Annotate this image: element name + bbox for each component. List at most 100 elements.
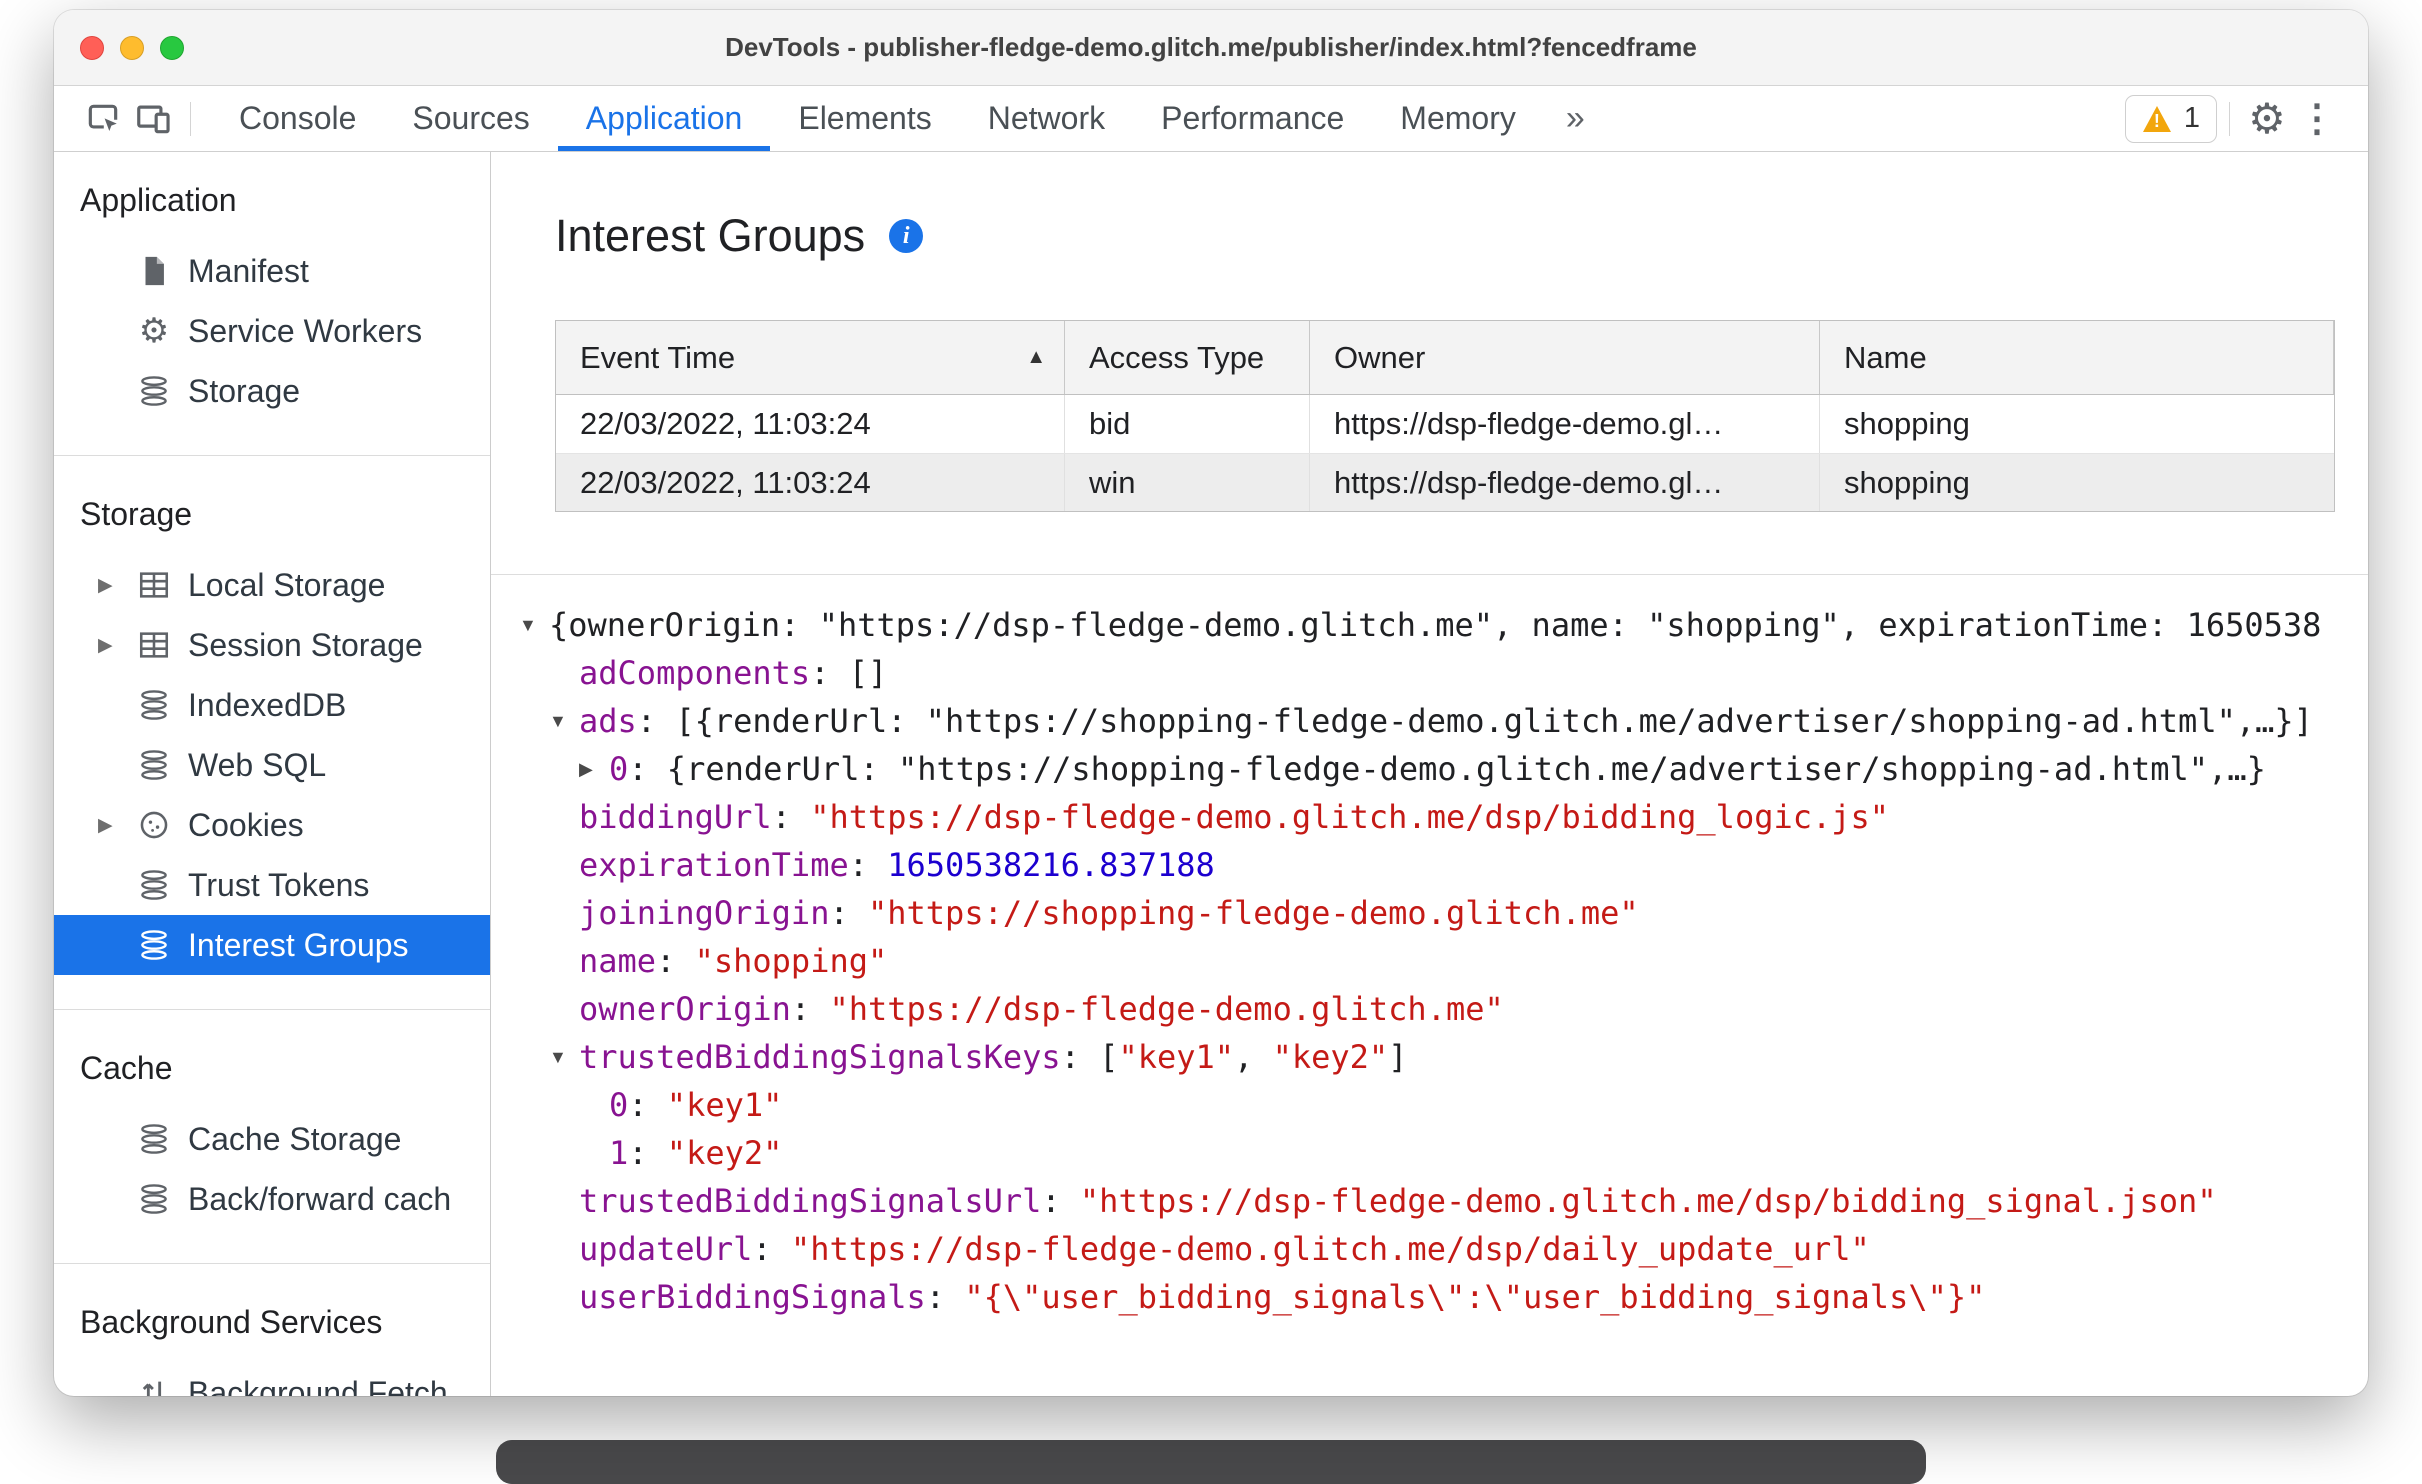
minimize-window-button[interactable] bbox=[120, 35, 144, 60]
close-window-button[interactable] bbox=[80, 35, 104, 60]
sidebar-section-header-storage: Storage bbox=[80, 496, 193, 532]
tree-line[interactable]: 1: "key2" bbox=[579, 1129, 2368, 1177]
tree-text-plain: : bbox=[628, 1134, 667, 1172]
sidebar-item-cache-storage[interactable]: Cache Storage bbox=[54, 1109, 490, 1169]
tree-text-plain: : [ bbox=[1060, 1038, 1119, 1076]
tree-text-plain: : bbox=[829, 894, 868, 932]
expand-arrow-icon[interactable]: ▶ bbox=[98, 634, 136, 657]
expand-arrow-icon[interactable]: ▶ bbox=[98, 574, 136, 597]
tree-text-plain: : bbox=[656, 942, 695, 980]
inspect-element-icon[interactable] bbox=[78, 86, 128, 151]
column-header-event-time[interactable]: Event Time ▲ bbox=[556, 321, 1065, 394]
more-tabs-icon[interactable]: » bbox=[1544, 86, 1607, 151]
tree-text-str: "https://dsp-fledge-demo.glitch.me/dsp/b… bbox=[810, 798, 1890, 836]
sidebar-item-indexeddb[interactable]: IndexedDB bbox=[54, 675, 490, 735]
table-cell: https://dsp-fledge-demo.gl… bbox=[1310, 395, 1820, 453]
tree-text-key: updateUrl bbox=[579, 1230, 753, 1268]
table-row[interactable]: 22/03/2022, 11:03:24 bid https://dsp-fledg… bbox=[556, 395, 2334, 453]
fetch-icon bbox=[136, 1375, 172, 1396]
table-row[interactable]: 22/03/2022, 11:03:24 win https://dsp-fledg… bbox=[556, 453, 2334, 511]
tree-line[interactable]: expirationTime: 1650538216.837188 bbox=[549, 841, 2368, 889]
zoom-window-button[interactable] bbox=[160, 35, 184, 60]
tree-text-key: trustedBiddingSignalsKeys bbox=[579, 1038, 1061, 1076]
interest-groups-table: Event Time ▲ Access Type Owner Name 22/03/202… bbox=[555, 320, 2335, 512]
tree-line[interactable]: trustedBiddingSignalsUrl: "https://dsp-f… bbox=[549, 1177, 2368, 1225]
tree-text-plain: : bbox=[771, 798, 811, 836]
tree-line[interactable]: name: "shopping" bbox=[549, 937, 2368, 985]
sidebar-item-local-storage[interactable]: ▶ Local Storage bbox=[54, 555, 490, 615]
tree-text-key: userBiddingSignals bbox=[579, 1278, 926, 1316]
tree-text-plain: , bbox=[1234, 1038, 1273, 1076]
tree-line[interactable]: ▼ trustedBiddingSignalsKeys: ["key1", "ke… bbox=[549, 1033, 2368, 1081]
tree-line[interactable]: biddingUrl: "https://dsp-fledge-demo.gli… bbox=[549, 793, 2368, 841]
database-icon bbox=[136, 867, 172, 903]
sort-ascending-icon: ▲ bbox=[1026, 346, 1046, 368]
table-cell: win bbox=[1065, 454, 1310, 511]
column-header-access-type[interactable]: Access Type bbox=[1065, 321, 1310, 394]
sidebar-item-web-sql[interactable]: Web SQL bbox=[54, 735, 490, 795]
disclosure-right-icon[interactable]: ▶ bbox=[579, 759, 609, 780]
tree-text-key: ownerOrigin bbox=[579, 990, 791, 1028]
tree-text-plain: : bbox=[790, 990, 830, 1028]
disclosure-down-icon[interactable]: ▼ bbox=[519, 615, 549, 636]
sidebar-item-manifest[interactable]: Manifest bbox=[54, 241, 490, 301]
tab-application[interactable]: Application bbox=[557, 86, 771, 151]
tree-text-str: "https://shopping-fledge-demo.glitch.me" bbox=[867, 894, 1639, 932]
tree-text-plain: : [] bbox=[810, 654, 888, 692]
sidebar-item-trust-tokens[interactable]: Trust Tokens bbox=[54, 855, 490, 915]
more-options-icon[interactable]: ⋮ bbox=[2292, 86, 2342, 151]
tree-line[interactable]: ownerOrigin: "https://dsp-fledge-demo.gl… bbox=[549, 985, 2368, 1033]
info-icon[interactable]: i bbox=[889, 219, 924, 253]
tab-elements[interactable]: Elements bbox=[770, 86, 959, 151]
tree-text-key: adComponents bbox=[579, 654, 811, 692]
disclosure-down-icon[interactable]: ▼ bbox=[549, 711, 579, 732]
tree-text-key: name bbox=[579, 942, 657, 980]
toolbar-divider bbox=[190, 101, 191, 136]
tree-line[interactable]: ▶ 0: {renderUrl: "https://shopping-fledge… bbox=[579, 745, 2368, 793]
tree-text-str: "shopping" bbox=[694, 942, 888, 980]
tree-line[interactable]: 0: "key1" bbox=[579, 1081, 2368, 1129]
tab-network[interactable]: Network bbox=[960, 86, 1133, 151]
tab-console[interactable]: Console bbox=[211, 86, 384, 151]
tree-line[interactable]: updateUrl: "https://dsp-fledge-demo.glit… bbox=[549, 1225, 2368, 1273]
expand-arrow-icon[interactable]: ▶ bbox=[98, 814, 136, 837]
tree-line[interactable]: joiningOrigin: "https://shopping-fledge-… bbox=[549, 889, 2368, 937]
window-title: DevTools - publisher-fledge-demo.glitch.… bbox=[725, 32, 1697, 62]
settings-gear-icon[interactable]: ⚙ bbox=[2242, 86, 2292, 151]
disclosure-down-icon[interactable]: ▼ bbox=[549, 1047, 579, 1068]
sidebar-item-service-workers[interactable]: ⚙ Service Workers bbox=[54, 301, 490, 361]
database-icon bbox=[136, 1181, 172, 1217]
tree-line[interactable]: adComponents: [] bbox=[549, 649, 2368, 697]
sidebar-item-session-storage[interactable]: ▶ Session Storage bbox=[54, 615, 490, 675]
manifest-icon bbox=[136, 253, 172, 289]
sidebar-item-cookies[interactable]: ▶ Cookies bbox=[54, 795, 490, 855]
sidebar-item-label: Cache Storage bbox=[188, 1120, 402, 1157]
page-title: Interest Groups bbox=[555, 210, 866, 261]
tab-memory[interactable]: Memory bbox=[1372, 86, 1544, 151]
tree-text-str: "key1" bbox=[666, 1086, 783, 1124]
sidebar-item-background-fetch[interactable]: Background Fetch bbox=[54, 1363, 490, 1396]
sidebar-item-label: Cookies bbox=[188, 806, 304, 843]
tree-line[interactable]: ▼ ads: [{renderUrl: "https://shopping-fle… bbox=[549, 697, 2368, 745]
sidebar-item-storage[interactable]: Storage bbox=[54, 361, 490, 421]
gear-icon: ⚙ bbox=[138, 312, 170, 350]
details-divider bbox=[491, 574, 2368, 575]
sidebar-item-label: Storage bbox=[188, 372, 301, 409]
column-label: Access Type bbox=[1089, 339, 1265, 375]
tab-sources[interactable]: Sources bbox=[384, 86, 557, 151]
tree-line[interactable]: userBiddingSignals: "{\"user_bidding_sig… bbox=[549, 1273, 2368, 1321]
sidebar-item-back-forward-cach[interactable]: Back/forward cach bbox=[54, 1169, 490, 1229]
column-header-name[interactable]: Name bbox=[1820, 321, 2334, 394]
tree-line[interactable]: ▼ {ownerOrigin: "https://dsp-fledge-demo.… bbox=[519, 601, 2368, 649]
table-cell: bid bbox=[1065, 395, 1310, 453]
issues-counter-button[interactable]: 1 bbox=[2124, 94, 2217, 143]
tree-text-key: 1 bbox=[609, 1134, 629, 1172]
device-toolbar-icon[interactable] bbox=[128, 86, 178, 151]
tab-performance[interactable]: Performance bbox=[1133, 86, 1372, 151]
sidebar-item-interest-groups[interactable]: Interest Groups bbox=[54, 915, 490, 975]
macos-dock bbox=[496, 1440, 1926, 1484]
tree-text-plain: : bbox=[752, 1230, 791, 1268]
application-sidebar: Application Manifest ⚙ Service Workers Stora… bbox=[54, 152, 491, 1396]
tree-text-key: 0 bbox=[609, 1086, 629, 1124]
column-header-owner[interactable]: Owner bbox=[1310, 321, 1820, 394]
